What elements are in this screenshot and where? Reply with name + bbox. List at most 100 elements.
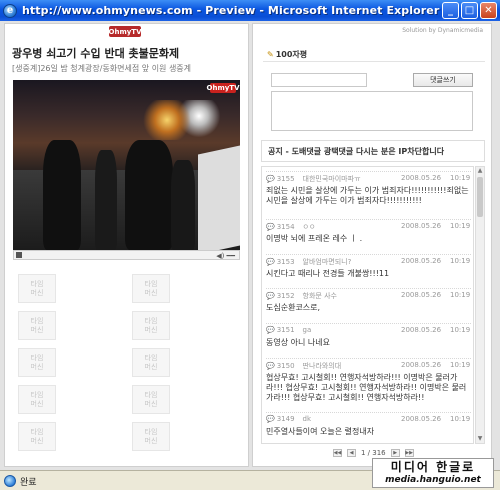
speech-bubble-icon: 💬: [266, 258, 275, 266]
speech-bubble-icon: 💬: [266, 175, 275, 183]
tile-label-line-1: 타임: [144, 354, 158, 362]
comment-author[interactable]: ㅇㅇ: [303, 223, 316, 231]
tile-label-line-1: 타임: [30, 428, 44, 436]
tile-label-line-1: 타임: [144, 391, 158, 399]
next-page-icon[interactable]: ▶: [390, 449, 400, 457]
video-frame-person: [43, 140, 81, 250]
comment-name-input[interactable]: [271, 73, 367, 87]
comment-meta: 💬 3151 ga 2008.05.26 10:19: [266, 323, 471, 334]
window-controls: _ □ ✕: [442, 2, 497, 19]
comment-meta: 💬 3153 알바엄마면되니? 2008.05.26 10:19: [266, 254, 471, 266]
video-subhead: [생중계]26일 밤 청계광장/동화면세점 앞 이원 생중계: [12, 64, 192, 73]
time-machine-tile[interactable]: 타임 머신: [18, 348, 56, 377]
comment-number: 3152: [276, 292, 295, 300]
tile-label-line-1: 타임: [144, 428, 158, 436]
comment-list: 💬 3155 대한민국마이마파ㅠ 2008.05.26 10:19 죄없는 시민을 살상에…: [261, 166, 474, 444]
tile-label-line-2: 머신: [144, 437, 158, 445]
close-button[interactable]: ✕: [480, 2, 497, 19]
notice-banner: 공지 - 도배댓글 광택댓글 다시는 분은 IP차단합니다: [261, 140, 485, 162]
time-machine-tile[interactable]: 타임 머신: [132, 348, 170, 377]
comment-meta: 💬 3152 항화문 사수 2008.05.26 10:19: [266, 288, 471, 300]
scroll-down-arrow-icon[interactable]: ▼: [476, 435, 484, 443]
comment-meta: 💬 3154 ㅇㅇ 2008.05.26 10:19: [266, 219, 471, 231]
time-machine-tile[interactable]: 타임 머신: [132, 385, 170, 414]
video-frame-banner: [198, 145, 240, 250]
tile-label-line-1: 타임: [30, 280, 44, 288]
time-machine-tile[interactable]: 타임 머신: [132, 422, 170, 451]
prev-page-icon[interactable]: ◀: [347, 449, 356, 457]
window-title: http://www.ohmynews.com - Preview - Micr…: [22, 4, 440, 17]
pencil-icon: ✎: [267, 50, 274, 59]
comment-number: 3151: [276, 326, 295, 334]
title-bar[interactable]: e http://www.ohmynews.com - Preview - Mi…: [0, 0, 500, 21]
comment-date: 2008.05.26: [401, 222, 442, 230]
comment-count-label: 100자평: [275, 50, 308, 59]
comment-item: 💬 3152 항화문 사수 2008.05.26 10:19 도심순환코스로,: [266, 288, 471, 313]
comment-body-textarea[interactable]: [271, 91, 473, 131]
watermark: 미디어 한글로 media.hanguio.net: [372, 458, 494, 488]
comment-item: 💬 3149 dk 2008.05.26 10:19 민주열사들이여 오늘은 렬정내자: [266, 412, 471, 437]
minimize-button[interactable]: _: [442, 2, 459, 19]
tile-label-line-1: 타임: [144, 317, 158, 325]
comment-number: 3154: [276, 223, 295, 231]
comment-meta: 💬 3150 딴나라와의대 2008.05.26 10:19: [266, 358, 471, 370]
time-machine-tile[interactable]: 타임 머신: [132, 274, 170, 303]
comment-time: 10:19: [450, 326, 471, 334]
maximize-button[interactable]: □: [461, 2, 478, 19]
comment-text: 민주열사들이여 오늘은 렬정내자: [266, 427, 375, 436]
time-machine-tile[interactable]: 타임 머신: [18, 274, 56, 303]
comment-number: 3150: [276, 362, 295, 370]
comment-author[interactable]: 대한민국마이마파ㅠ: [303, 175, 361, 183]
watermark-line-2: media.hanguio.net: [385, 475, 481, 485]
comment-time: 10:19: [450, 257, 471, 265]
tile-label-line-1: 타임: [30, 391, 44, 399]
tile-label-line-2: 머신: [144, 363, 158, 371]
scroll-up-arrow-icon[interactable]: ▲: [476, 167, 484, 175]
comment-time: 10:19: [450, 415, 471, 423]
comment-text: 협상무효! 고시철회!! 연행자석방하라!!! 이명박은 물러가라!!! 협상무…: [266, 373, 467, 402]
tile-label-line-2: 머신: [30, 326, 44, 334]
time-machine-tile[interactable]: 타임 머신: [18, 385, 56, 414]
video-headline: 광우병 쇠고기 수입 반대 촛불문화제: [12, 47, 180, 60]
video-frame-person: [95, 150, 117, 250]
comment-author[interactable]: 딴나라와의대: [303, 362, 342, 370]
tile-label-line-2: 머신: [30, 289, 44, 297]
comment-date: 2008.05.26: [401, 326, 442, 334]
video-panel: OhmyTV 광우병 쇠고기 수입 반대 촛불문화제 [생중계]26일 밤 청계…: [4, 23, 249, 467]
first-page-icon[interactable]: ◀◀: [333, 449, 342, 457]
video-player[interactable]: OhmyTV: [13, 80, 240, 250]
tile-label-line-1: 타임: [30, 354, 44, 362]
tile-label-line-2: 머신: [144, 326, 158, 334]
comment-item: 💬 3151 ga 2008.05.26 10:19 동영상 아니 나네요: [266, 323, 471, 348]
time-machine-tile[interactable]: 타임 머신: [132, 311, 170, 340]
speech-bubble-icon: 💬: [266, 326, 275, 334]
comment-meta: 💬 3149 dk 2008.05.26 10:19: [266, 412, 471, 423]
comments-panel: Solution by Dynamicmedia ✎ 100자평 댓글쓰기 공지 …: [252, 23, 492, 467]
comment-meta: 💬 3155 대한민국마이마파ㅠ 2008.05.26 10:19: [266, 171, 471, 183]
tile-label-line-1: 타임: [30, 317, 44, 325]
comment-date: 2008.05.26: [401, 291, 442, 299]
volume-control[interactable]: ◀) ━━: [216, 252, 235, 260]
comment-item: 💬 3150 딴나라와의대 2008.05.26 10:19 협상무효! 고시철회!! 연…: [266, 358, 471, 403]
comment-list-scrollbar[interactable]: ▲ ▼: [475, 166, 485, 444]
comment-author[interactable]: dk: [303, 415, 312, 423]
scrollbar-thumb[interactable]: [477, 177, 483, 217]
time-machine-tile[interactable]: 타임 머신: [18, 311, 56, 340]
comment-author[interactable]: ga: [303, 326, 312, 334]
post-comment-button[interactable]: 댓글쓰기: [413, 73, 473, 87]
tile-label-line-2: 머신: [30, 363, 44, 371]
last-page-icon[interactable]: ▶▶: [404, 449, 414, 457]
comment-date: 2008.05.26: [401, 174, 442, 182]
comment-author[interactable]: 항화문 사수: [303, 292, 337, 300]
ohmytv-tab[interactable]: OhmyTV: [109, 26, 142, 37]
page-status-icon: [4, 475, 16, 487]
ohmytv-badge: OhmyTV: [206, 83, 240, 93]
time-machine-tile[interactable]: 타임 머신: [18, 422, 56, 451]
stop-icon[interactable]: [16, 252, 22, 258]
comment-item: 💬 3153 알바엄마면되니? 2008.05.26 10:19 시킨다고 때리나 전경들…: [266, 254, 471, 279]
page-indicator: 1 / 316: [361, 449, 386, 457]
comment-author[interactable]: 알바엄마면되니?: [303, 258, 352, 266]
comment-date: 2008.05.26: [401, 415, 442, 423]
player-control-bar: ◀) ━━: [13, 250, 240, 260]
comment-number: 3149: [276, 415, 295, 423]
